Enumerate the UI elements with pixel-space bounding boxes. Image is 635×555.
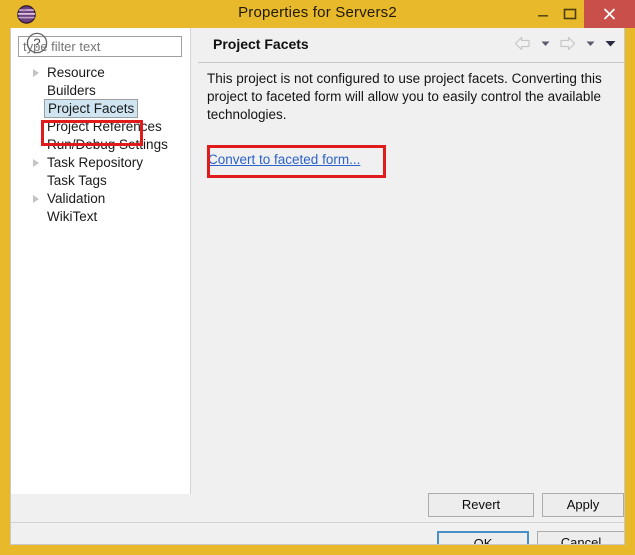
page-description: This project is not configured to use pr… — [207, 71, 602, 122]
back-arrow-icon[interactable] — [514, 36, 531, 51]
page-body: This project is not configured to use pr… — [198, 64, 624, 494]
page-header: Project Facets — [198, 28, 624, 63]
dialog-footer-separator — [11, 522, 624, 544]
close-icon — [603, 8, 616, 20]
maximize-button[interactable] — [556, 0, 583, 28]
svg-text:?: ? — [33, 36, 40, 51]
properties-dialog-window: Properties for Servers2 Resour — [0, 0, 635, 555]
sidebar-item-task-repository[interactable]: Task Repository — [11, 154, 190, 172]
sidebar-item-builders[interactable]: Builders — [11, 82, 190, 100]
maximize-icon — [563, 8, 577, 20]
sidebar-item-wikitext[interactable]: WikiText — [11, 208, 190, 226]
settings-tree[interactable]: Resource Builders Project Facets Project… — [11, 64, 190, 226]
sidebar-item-run-debug-settings[interactable]: Run/Debug Settings — [11, 136, 190, 154]
chevron-right-icon[interactable] — [33, 69, 39, 77]
chevron-right-icon[interactable] — [33, 195, 39, 203]
title-bar: Properties for Servers2 — [0, 0, 635, 28]
chevron-right-icon[interactable] — [33, 159, 39, 167]
sidebar-item-label: Project Facets — [44, 99, 139, 118]
sidebar-item-label: Builders — [47, 83, 96, 98]
sidebar-item-label: Task Repository — [47, 155, 144, 170]
dialog-client-area: Resource Builders Project Facets Project… — [10, 28, 625, 545]
minimize-icon — [538, 15, 548, 17]
sidebar-item-label: Resource — [47, 65, 105, 80]
page-title: Project Facets — [213, 36, 309, 52]
sidebar-item-resource[interactable]: Resource — [11, 64, 190, 82]
sidebar-item-project-references[interactable]: Project References — [11, 118, 190, 136]
chevron-down-icon[interactable] — [540, 38, 551, 49]
view-menu-chevron-down-icon[interactable] — [604, 38, 617, 49]
sidebar-item-task-tags[interactable]: Task Tags — [11, 172, 190, 190]
close-button[interactable] — [584, 0, 635, 28]
forward-arrow-icon[interactable] — [559, 36, 576, 51]
apply-button[interactable]: Apply — [542, 493, 624, 517]
sidebar-item-label: WikiText — [47, 209, 98, 224]
ok-button[interactable]: OK — [437, 531, 529, 544]
sidebar-item-project-facets[interactable]: Project Facets — [11, 99, 190, 118]
page-content-panel: Project Facets This project is not confi… — [192, 28, 624, 494]
sidebar-item-label: Project References — [47, 119, 162, 134]
sidebar-item-validation[interactable]: Validation — [11, 190, 190, 208]
sidebar-item-label: Validation — [47, 191, 106, 206]
page-nav-toolbar — [510, 35, 617, 55]
sidebar-item-label: Run/Debug Settings — [47, 137, 168, 152]
help-icon[interactable]: ? — [25, 31, 49, 55]
revert-button[interactable]: Revert — [428, 493, 534, 517]
sidebar-item-label: Task Tags — [47, 173, 107, 188]
cancel-button[interactable]: Cancel — [537, 531, 624, 544]
minimize-button[interactable] — [529, 0, 556, 28]
settings-tree-panel: Resource Builders Project Facets Project… — [11, 28, 191, 494]
convert-to-faceted-form-link[interactable]: Convert to faceted form... — [208, 152, 360, 167]
chevron-down-icon[interactable] — [585, 38, 596, 49]
